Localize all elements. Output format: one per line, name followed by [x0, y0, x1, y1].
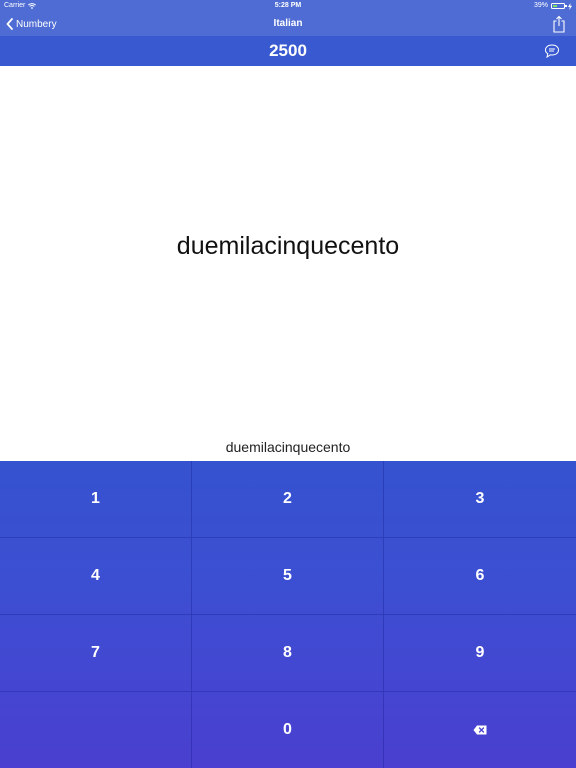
- keypad: 1 2 3 4 5 6 7 8 9 0: [0, 461, 576, 768]
- key-3[interactable]: 3: [384, 461, 576, 538]
- key-1[interactable]: 1: [0, 461, 192, 538]
- key-0[interactable]: 0: [192, 692, 384, 768]
- key-5[interactable]: 5: [192, 538, 384, 615]
- top-bars: Carrier 5:28 PM 39% Numbery Italian 2500: [0, 0, 576, 66]
- number-word-display: duemilacinquecento: [176, 232, 400, 260]
- status-right: 39%: [534, 0, 572, 12]
- navigation-bar: Numbery Italian: [0, 12, 576, 36]
- key-7[interactable]: 7: [0, 615, 192, 692]
- number-title: 2500: [269, 41, 307, 60]
- battery-icon: [551, 3, 567, 9]
- number-bar: 2500: [0, 36, 576, 66]
- backspace-icon: [473, 725, 487, 735]
- answer-text: duemilacinquecento: [225, 439, 351, 455]
- app-screen: Carrier 5:28 PM 39% Numbery Italian 2500…: [0, 0, 576, 768]
- key-blank: [0, 692, 192, 768]
- battery-percent: 39%: [533, 2, 548, 9]
- key-9[interactable]: 9: [384, 615, 576, 692]
- status-bar: Carrier 5:28 PM 39%: [0, 0, 576, 12]
- battery-fill: [553, 5, 557, 7]
- key-2[interactable]: 2: [192, 461, 384, 538]
- key-6[interactable]: 6: [384, 538, 576, 615]
- key-8[interactable]: 8: [192, 615, 384, 692]
- delete-key[interactable]: [384, 692, 576, 768]
- charging-icon: [568, 2, 572, 10]
- nav-title: Italian: [273, 18, 303, 29]
- key-4[interactable]: 4: [0, 538, 192, 615]
- speech-bubble-icon[interactable]: [544, 43, 560, 59]
- share-icon[interactable]: [552, 15, 566, 33]
- status-time: 5:28 PM: [274, 2, 302, 9]
